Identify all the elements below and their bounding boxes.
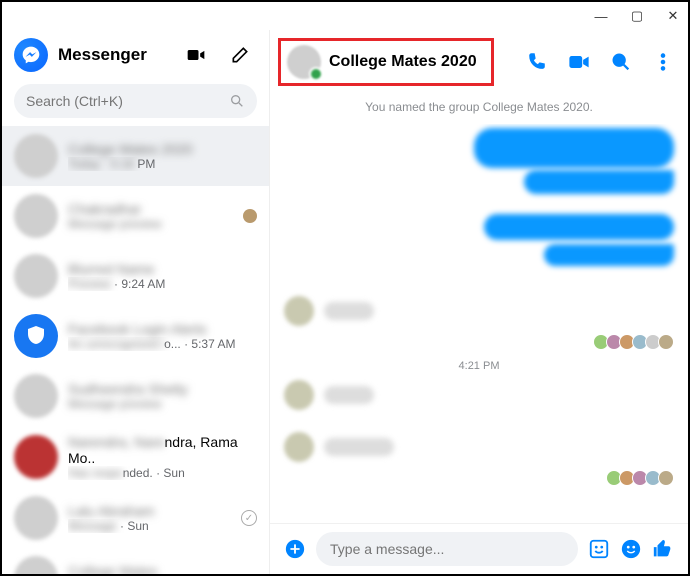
chat-avatar[interactable] bbox=[287, 45, 321, 79]
conversation-subtext: Message preview bbox=[68, 217, 233, 231]
window-titlebar: — ▢ ✕ bbox=[2, 2, 688, 30]
conversation-item[interactable]: Blurred Name Preview · 9:24 AM bbox=[2, 246, 269, 306]
add-attachment-button[interactable] bbox=[284, 538, 306, 560]
messenger-logo-icon bbox=[14, 38, 48, 72]
delivered-icon: ✓ bbox=[241, 510, 257, 526]
avatar bbox=[14, 496, 58, 540]
conversation-name: College Mates 2020 bbox=[68, 141, 257, 157]
conversation-item[interactable]: Lalu Abraham Message · Sun ✓ bbox=[2, 488, 269, 548]
chat-title[interactable]: College Mates 2020 bbox=[329, 53, 477, 71]
seen-indicator-icon bbox=[243, 209, 257, 223]
search-icon bbox=[229, 93, 245, 109]
time-separator: 4:21 PM bbox=[284, 360, 674, 372]
conversation-name: Chakradhar bbox=[68, 201, 233, 217]
system-message: You named the group College Mates 2020. bbox=[270, 94, 688, 124]
chat-pane: College Mates 2020 You named the group C… bbox=[270, 30, 688, 574]
audio-call-button[interactable] bbox=[526, 51, 548, 73]
conversation-name: College Mates bbox=[68, 563, 257, 574]
sidebar: Messenger College Mates 2020 Today · 5:1… bbox=[2, 30, 270, 574]
conversation-name: Blurred Name bbox=[68, 261, 257, 277]
outgoing-message[interactable] bbox=[544, 244, 674, 266]
like-button[interactable] bbox=[652, 538, 674, 560]
conversation-name: Facebook Login Alerts bbox=[68, 321, 257, 337]
conversation-list: College Mates 2020 Today · 5:18 PM Chakr… bbox=[2, 126, 269, 574]
message-input[interactable] bbox=[330, 541, 564, 557]
conversation-subtext: Has responded. · Sun bbox=[68, 466, 257, 480]
compose-bar bbox=[270, 523, 688, 574]
avatar bbox=[14, 435, 58, 479]
compose-button[interactable] bbox=[223, 38, 257, 72]
sidebar-header: Messenger bbox=[2, 30, 269, 80]
window-minimize[interactable]: — bbox=[592, 9, 610, 24]
conversation-item[interactable]: Chakradhar Message preview bbox=[2, 186, 269, 246]
incoming-message bbox=[324, 302, 374, 320]
more-options-button[interactable] bbox=[652, 51, 674, 73]
outgoing-message[interactable] bbox=[474, 128, 674, 168]
avatar bbox=[284, 432, 314, 462]
conversation-subtext: Message · Sun bbox=[68, 519, 231, 533]
conversation-subtext: Message preview bbox=[68, 397, 257, 411]
conversation-subtext: An unrecognized lo... · 5:37 AM bbox=[68, 337, 257, 351]
sticker-button[interactable] bbox=[588, 538, 610, 560]
avatar bbox=[14, 314, 58, 358]
avatar bbox=[14, 254, 58, 298]
shield-icon bbox=[24, 324, 48, 348]
avatar bbox=[14, 134, 58, 178]
chat-header: College Mates 2020 bbox=[270, 30, 688, 94]
incoming-message bbox=[324, 438, 394, 456]
conversation-item[interactable]: College Mates 2020 Today · 5:18 PM bbox=[2, 126, 269, 186]
conversation-item[interactable]: Sudheendra Shetty Message preview bbox=[2, 366, 269, 426]
conversation-name: Sudheendra Shetty bbox=[68, 381, 257, 397]
conversation-subtext: Today · 5:18 PM bbox=[68, 157, 257, 171]
avatar bbox=[284, 380, 314, 410]
new-video-room-button[interactable] bbox=[179, 38, 213, 72]
window-close[interactable]: ✕ bbox=[664, 8, 682, 24]
incoming-message-row[interactable] bbox=[284, 432, 674, 462]
incoming-message bbox=[324, 386, 374, 404]
window-maximize[interactable]: ▢ bbox=[628, 8, 646, 24]
incoming-message-row[interactable] bbox=[284, 296, 674, 326]
conversation-item[interactable]: Narendra, Narendra, Rama Mo.. Has respon… bbox=[2, 426, 269, 488]
message-list: 4:21 PM bbox=[270, 124, 688, 523]
app-title: Messenger bbox=[58, 45, 169, 65]
emoji-button[interactable] bbox=[620, 538, 642, 560]
avatar bbox=[14, 194, 58, 238]
search-bar[interactable] bbox=[14, 84, 257, 118]
search-input[interactable] bbox=[26, 93, 229, 109]
outgoing-message[interactable] bbox=[524, 170, 674, 194]
seen-by-indicators[interactable] bbox=[284, 334, 674, 350]
avatar bbox=[14, 374, 58, 418]
conversation-subtext: Preview · 9:24 AM bbox=[68, 277, 257, 291]
conversation-name: Narendra, Narendra, Rama Mo.. bbox=[68, 434, 257, 466]
avatar bbox=[14, 556, 58, 574]
conversation-item[interactable]: Facebook Login Alerts An unrecognized lo… bbox=[2, 306, 269, 366]
annotation-highlight-box: College Mates 2020 bbox=[278, 38, 494, 86]
conversation-name: Lalu Abraham bbox=[68, 503, 231, 519]
compose-input-wrapper[interactable] bbox=[316, 532, 578, 566]
avatar bbox=[284, 296, 314, 326]
outgoing-message[interactable] bbox=[484, 214, 674, 240]
incoming-message-row[interactable] bbox=[284, 380, 674, 410]
video-call-button[interactable] bbox=[568, 51, 590, 73]
seen-by-indicators[interactable] bbox=[284, 470, 674, 486]
conversation-item[interactable]: College Mates Preview text bbox=[2, 548, 269, 574]
search-conversation-button[interactable] bbox=[610, 51, 632, 73]
